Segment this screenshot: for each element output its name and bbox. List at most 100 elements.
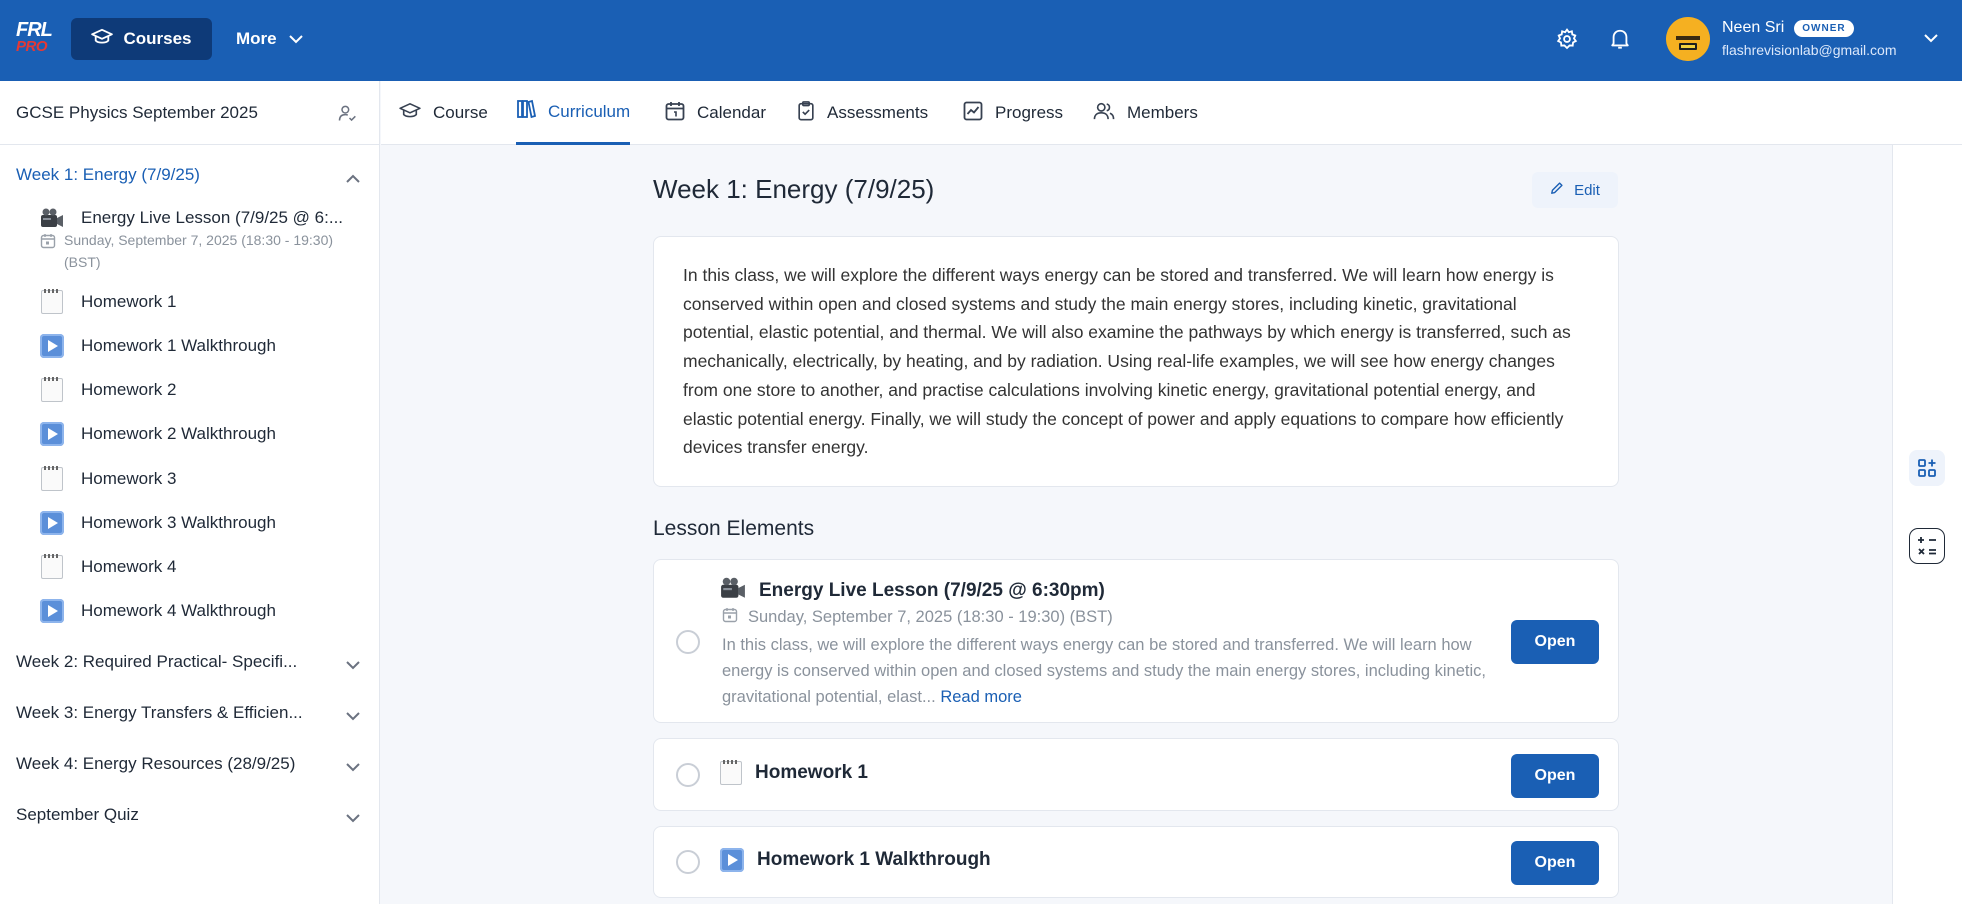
open-button[interactable]: Open <box>1511 754 1599 798</box>
courses-label: Courses <box>123 29 192 48</box>
gear-icon[interactable] <box>1555 27 1579 51</box>
sidebar-item-homework-3-walkthrough[interactable]: Homework 3 Walkthrough <box>40 510 370 536</box>
completion-radio[interactable] <box>676 630 700 654</box>
chevron-up-icon <box>346 168 360 188</box>
lesson-element-card: Homework 1 Open <box>653 738 1619 811</box>
sidebar-item-homework-4[interactable]: Homework 4 <box>40 554 370 580</box>
element-title-text: Homework 1 Walkthrough <box>757 849 991 870</box>
chevron-down-icon <box>346 655 360 675</box>
sidebar-item-label: Homework 1 Walkthrough <box>81 336 276 355</box>
bell-icon[interactable] <box>1608 27 1632 51</box>
sidebar-week-4[interactable]: Week 4: Energy Resources (28/9/25) <box>0 746 380 782</box>
person-check-icon[interactable] <box>337 103 357 128</box>
section-title: Lesson Elements <box>653 517 815 540</box>
week-label: Week 4: Energy Resources (28/9/25) <box>16 754 296 773</box>
completion-radio[interactable] <box>676 850 700 874</box>
element-description: In this class, we will explore the diffe… <box>722 632 1502 710</box>
notepad-icon <box>720 760 742 785</box>
open-button[interactable]: Open <box>1511 620 1599 664</box>
play-button-icon <box>40 334 64 358</box>
tab-label: Curriculum <box>548 101 631 121</box>
tab-label: Members <box>1127 103 1198 122</box>
read-more-link[interactable]: Read more <box>940 688 1022 706</box>
sidebar-item-homework-2[interactable]: Homework 2 <box>40 377 370 403</box>
tab-label: Progress <box>995 103 1064 122</box>
tab-calendar[interactable]: Calendar <box>665 81 766 145</box>
completion-radio[interactable] <box>676 763 700 787</box>
tab-members[interactable]: Members <box>1093 81 1198 145</box>
tab-assessments[interactable]: Assessments <box>797 81 928 145</box>
tab-course[interactable]: Course <box>399 81 488 145</box>
chart-icon <box>963 101 983 126</box>
sidebar-item-label: Homework 2 Walkthrough <box>81 424 276 443</box>
sidebar-item-homework-4-walkthrough[interactable]: Homework 4 Walkthrough <box>40 598 370 624</box>
sidebar-item-label: Energy Live Lesson (7/9/25 @ 6:... <box>81 208 344 227</box>
clipboard-check-icon <box>797 100 815 126</box>
course-tabs: Course Curriculum Calendar Assessments P… <box>381 81 1962 145</box>
chevron-down-icon[interactable] <box>1924 30 1938 48</box>
movie-camera-icon <box>720 576 746 606</box>
sidebar-item-date-text: Sunday, September 7, 2025 (18:30 - 19:30… <box>64 232 334 270</box>
week-description: In this class, we will explore the diffe… <box>683 265 1571 458</box>
play-button-icon <box>40 599 64 623</box>
chevron-down-icon <box>288 29 303 49</box>
sidebar-item-live-lesson[interactable]: Energy Live Lesson (7/9/25 @ 6:... <box>40 205 370 231</box>
sidebar-item-label: Homework 4 Walkthrough <box>81 601 276 620</box>
tab-progress[interactable]: Progress <box>963 81 1063 145</box>
element-title[interactable]: Homework 1 Walkthrough <box>720 848 991 872</box>
element-date-text: Sunday, September 7, 2025 (18:30 - 19:30… <box>748 608 1113 626</box>
graduation-cap-icon <box>91 28 114 51</box>
sidebar-item-label: Homework 3 <box>81 469 177 488</box>
calendar-icon <box>40 233 56 273</box>
tab-curriculum[interactable]: Curriculum <box>516 81 631 145</box>
page-title: Week 1: Energy (7/9/25) <box>653 174 935 204</box>
sidebar-item-homework-1-walkthrough[interactable]: Homework 1 Walkthrough <box>40 333 370 359</box>
user-email: flashrevisionlab@gmail.com <box>1722 42 1897 58</box>
play-button-icon <box>720 848 744 872</box>
sidebar-week-2[interactable]: Week 2: Required Practical- Specifi... <box>0 644 380 680</box>
tab-label: Calendar <box>697 103 766 122</box>
calendar-icon <box>722 607 738 628</box>
open-button[interactable]: Open <box>1511 841 1599 885</box>
edit-label: Edit <box>1574 181 1600 199</box>
sidebar-item-label: Homework 4 <box>81 557 177 576</box>
element-title-text: Homework 1 <box>755 762 868 783</box>
notepad-icon <box>40 289 64 314</box>
calculator-icon[interactable] <box>1909 528 1945 564</box>
sidebar-item-label: Homework 1 <box>81 292 177 311</box>
week-label: Week 3: Energy Transfers & Efficien... <box>16 703 303 722</box>
element-title[interactable]: Homework 1 <box>720 760 868 785</box>
tab-label: Assessments <box>827 103 929 122</box>
user-name[interactable]: Neen Sri OWNER <box>1722 19 1854 37</box>
sidebar-item-date: Sunday, September 7, 2025 (18:30 - 19:30… <box>40 229 360 273</box>
sidebar-item-label: Homework 2 <box>81 380 177 399</box>
more-label: More <box>236 29 277 48</box>
sidebar-week-1[interactable]: Week 1: Energy (7/9/25) <box>0 157 380 193</box>
frl-pro-logo[interactable]: FRL PRO <box>16 20 56 60</box>
element-title-text: Energy Live Lesson (7/9/25 @ 6:30pm) <box>759 580 1105 601</box>
notepad-icon <box>40 466 64 491</box>
sidebar-item-homework-1[interactable]: Homework 1 <box>40 289 370 315</box>
sidebar-item-homework-2-walkthrough[interactable]: Homework 2 Walkthrough <box>40 421 370 447</box>
sidebar-item-homework-3[interactable]: Homework 3 <box>40 466 370 492</box>
owner-badge: OWNER <box>1794 19 1854 37</box>
more-menu-button[interactable]: More <box>236 18 303 60</box>
element-title[interactable]: Energy Live Lesson (7/9/25 @ 6:30pm) <box>720 576 1105 606</box>
edit-button[interactable]: Edit <box>1532 172 1618 208</box>
sidebar-item-label: Homework 3 Walkthrough <box>81 513 276 532</box>
tab-label: Course <box>433 103 488 122</box>
lesson-element-card: Homework 1 Walkthrough Open <box>653 826 1619 898</box>
avatar[interactable] <box>1666 17 1710 61</box>
week-label: Week 2: Required Practical- Specifi... <box>16 652 298 671</box>
graduation-cap-icon <box>399 102 421 125</box>
widgets-icon[interactable] <box>1909 450 1945 486</box>
sidebar-header: GCSE Physics September 2025 <box>0 81 379 145</box>
pencil-icon <box>1550 181 1564 199</box>
play-button-icon <box>40 511 64 535</box>
calendar-icon <box>665 101 685 126</box>
courses-button[interactable]: Courses <box>71 18 212 60</box>
sidebar-september-quiz[interactable]: September Quiz <box>0 797 380 833</box>
course-title: GCSE Physics September 2025 <box>16 102 258 122</box>
sidebar-week-3[interactable]: Week 3: Energy Transfers & Efficien... <box>0 695 380 731</box>
user-name-text: Neen Sri <box>1722 19 1785 36</box>
